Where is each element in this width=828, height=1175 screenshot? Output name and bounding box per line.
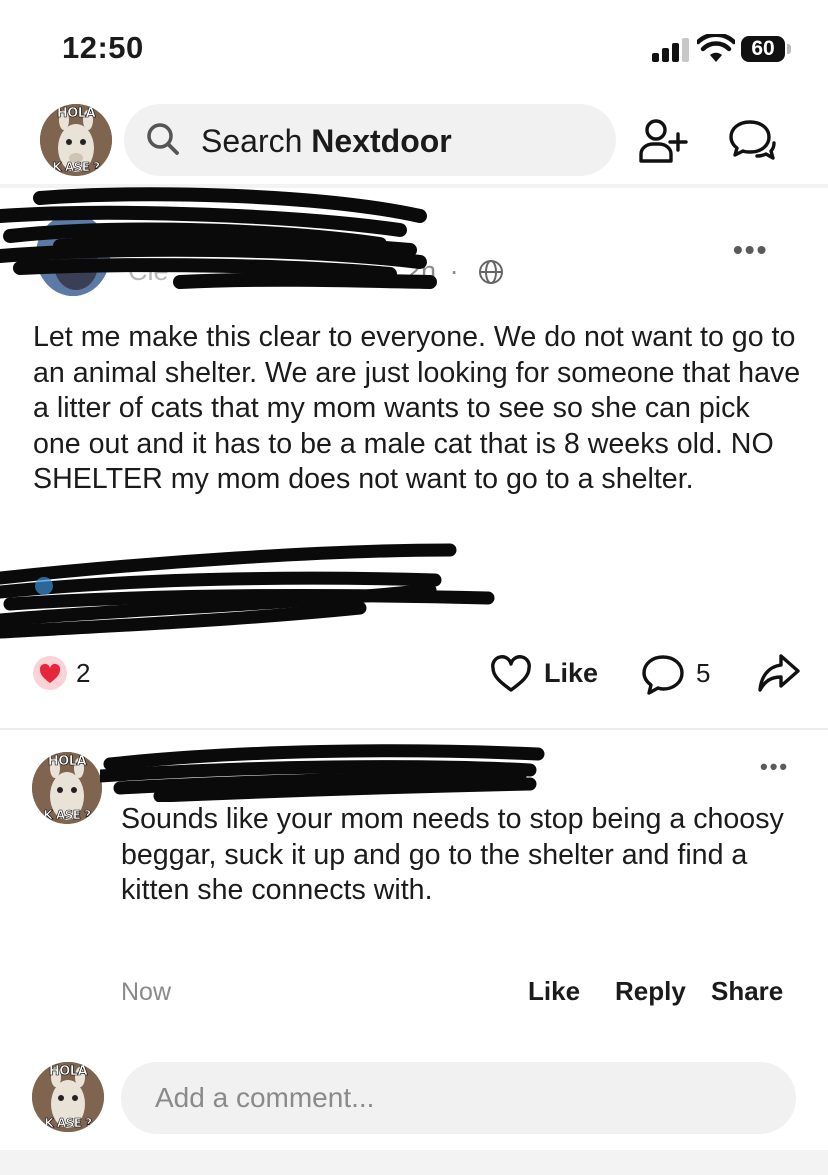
avatar-caption-top: HOLA bbox=[56, 106, 96, 122]
status-time: 12:50 bbox=[62, 30, 144, 65]
reaction-badge[interactable] bbox=[33, 656, 67, 690]
reaction-count: 2 bbox=[76, 658, 91, 688]
avatar-caption-bottom: K ASE ? bbox=[43, 808, 91, 823]
battery-indicator: 60 bbox=[741, 36, 785, 62]
header-divider bbox=[0, 184, 828, 188]
chat-icon[interactable] bbox=[728, 118, 776, 164]
post-author-name: Cle bbox=[128, 256, 169, 286]
avatar-caption-bottom: K ASE ? bbox=[44, 1116, 92, 1131]
add-comment-placeholder[interactable]: Add a comment... bbox=[155, 1082, 374, 1114]
post-time: 2h bbox=[406, 256, 437, 286]
add-person-icon[interactable] bbox=[638, 118, 688, 164]
battery-tip bbox=[787, 44, 791, 54]
like-button[interactable]: Like bbox=[544, 658, 598, 689]
meta-separator: · bbox=[449, 256, 459, 286]
post-body: Let me make this clear to everyone. We d… bbox=[33, 321, 801, 496]
comment-time: Now bbox=[121, 978, 172, 1006]
comment-reply-button[interactable]: Reply bbox=[615, 976, 686, 1007]
composer-avatar: HOLA K ASE ? bbox=[32, 1062, 104, 1132]
comment-more-menu-icon[interactable]: ••• bbox=[760, 754, 789, 780]
comment-author-avatar[interactable]: HOLA K ASE ? bbox=[32, 752, 102, 824]
share-icon[interactable] bbox=[757, 652, 801, 694]
search-brand: Nextdoor bbox=[311, 123, 452, 159]
comment-count: 5 bbox=[696, 658, 711, 688]
wifi-icon bbox=[697, 34, 735, 62]
globe-icon bbox=[479, 260, 504, 284]
comment-icon[interactable] bbox=[641, 654, 685, 696]
search-prefix: Search bbox=[201, 123, 303, 159]
avatar-caption-top: HOLA bbox=[47, 754, 87, 770]
heart-icon bbox=[39, 663, 61, 683]
like-heart-icon[interactable] bbox=[490, 654, 532, 694]
post-divider bbox=[0, 728, 828, 730]
post-author-avatar[interactable] bbox=[36, 214, 110, 296]
bottom-divider bbox=[0, 1150, 828, 1175]
comment-share-button[interactable]: Share bbox=[711, 976, 783, 1007]
avatar-caption-top: HOLA bbox=[48, 1064, 88, 1080]
signal-icon bbox=[652, 38, 692, 62]
comment-like-button[interactable]: Like bbox=[528, 976, 580, 1007]
post-meta: Cle 2h · bbox=[128, 256, 504, 287]
comment-body: Sounds like your mom needs to stop being… bbox=[121, 803, 784, 907]
search-placeholder[interactable]: Search Nextdoor bbox=[201, 123, 452, 160]
redaction-scribble-link bbox=[0, 543, 495, 639]
redaction-scribble-commenter bbox=[100, 744, 545, 802]
post-more-menu-icon[interactable]: ••• bbox=[733, 234, 768, 266]
profile-avatar[interactable]: HOLA K ASE ? bbox=[40, 104, 112, 176]
search-icon bbox=[147, 123, 179, 155]
avatar-caption-bottom: K ASE ? bbox=[52, 160, 100, 175]
